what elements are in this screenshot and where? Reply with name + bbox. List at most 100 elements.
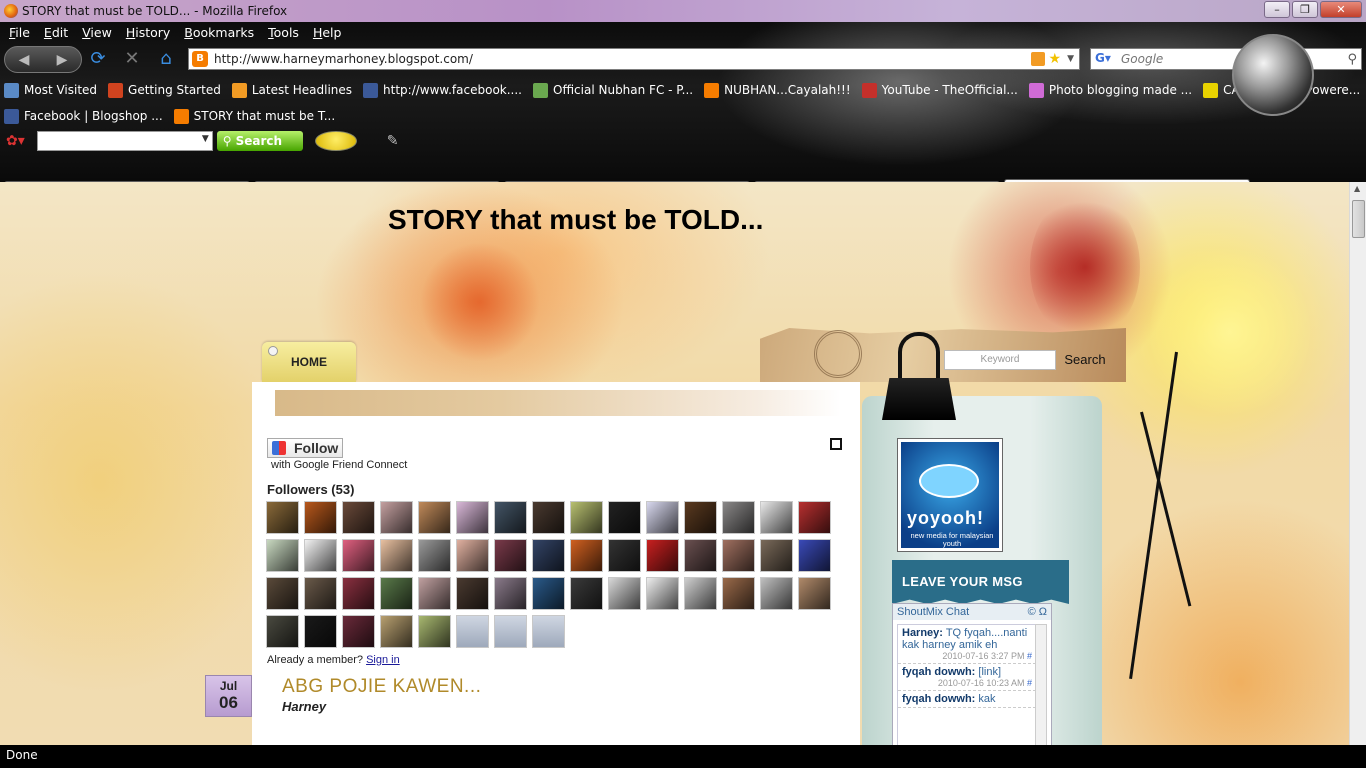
follower-avatar[interactable] [798,501,831,534]
search-magnifier-icon[interactable]: ⚲ [1347,52,1357,67]
google-engine-icon[interactable]: G▾ [1095,51,1113,67]
expand-window-icon[interactable] [830,438,842,450]
menu-edit[interactable]: Edit [37,25,75,40]
follower-avatar[interactable] [608,539,641,572]
follower-avatar[interactable] [532,577,565,610]
follower-avatar[interactable] [608,501,641,534]
sign-in-link[interactable]: Sign in [366,654,400,666]
follower-avatar[interactable] [722,501,755,534]
follower-avatar[interactable] [684,577,717,610]
forward-arrow-icon[interactable]: ▶ [57,52,68,68]
addon-search-dropdown-icon[interactable]: ▼ [202,134,209,144]
follower-avatar[interactable] [570,577,603,610]
scroll-up-icon[interactable]: ▲ [1354,184,1360,193]
post-title[interactable]: ABG POJIE KAWEN... [282,676,481,698]
follower-avatar[interactable] [304,577,337,610]
follower-avatar[interactable] [266,539,299,572]
bookmark-item[interactable]: Facebook | Blogshop ... [4,108,163,124]
follower-avatar[interactable] [342,539,375,572]
follow-button[interactable]: Follow [267,438,343,458]
bookmark-item[interactable]: NUBHAN...Cayalah!!! [704,82,851,98]
page-scrollbar[interactable]: ▲ [1349,182,1366,745]
follower-avatar[interactable] [722,539,755,572]
menu-view[interactable]: View [75,25,119,40]
follower-avatar[interactable] [494,539,527,572]
shoutmix-scrollbar[interactable] [1035,624,1047,745]
address-url[interactable]: http://www.harneymarhoney.blogspot.com/ [214,52,1031,66]
maximize-button[interactable]: ❐ [1292,1,1318,18]
follower-avatar[interactable] [304,539,337,572]
blog-title[interactable]: STORY that must be TOLD... [388,204,763,236]
follower-avatar[interactable] [760,539,793,572]
menu-bookmarks[interactable]: Bookmarks [177,25,261,40]
ladybug-icon[interactable]: ✿▾ [6,133,25,149]
menu-history[interactable]: History [119,25,177,40]
menu-file[interactable]: File [2,25,37,40]
shout-author[interactable]: fyqah dowwh: [902,666,975,678]
follower-avatar[interactable] [760,501,793,534]
shout-permalink[interactable]: # [1027,651,1032,661]
follower-avatar[interactable] [608,577,641,610]
follower-avatar[interactable] [456,615,489,648]
home-icon[interactable]: ⌂ [156,49,176,69]
addon-search-input[interactable]: ▼ [36,131,213,151]
menu-help[interactable]: Help [306,25,349,40]
shout-permalink[interactable]: # [1027,678,1032,688]
bookmark-item[interactable]: Getting Started [108,82,221,98]
follower-avatar[interactable] [532,615,565,648]
follower-avatar[interactable] [570,539,603,572]
follower-avatar[interactable] [494,501,527,534]
rss-feed-icon[interactable] [1030,52,1045,66]
follower-avatar[interactable] [418,501,451,534]
follower-avatar[interactable] [380,539,413,572]
follower-avatar[interactable] [304,501,337,534]
follower-avatar[interactable] [266,577,299,610]
bookmark-star-icon[interactable]: ★ [1049,51,1062,67]
follower-avatar[interactable] [380,615,413,648]
follower-avatar[interactable] [798,577,831,610]
shout-author[interactable]: fyqah dowwh: [902,693,975,705]
shoutmix-icons[interactable]: © Ω [1028,604,1047,620]
follower-avatar[interactable] [646,539,679,572]
bookmark-item[interactable]: Official Nubhan FC - P... [533,82,693,98]
reload-icon[interactable]: ⟳ [88,49,108,69]
follower-avatar[interactable] [456,539,489,572]
follower-avatar[interactable] [304,615,337,648]
shoutmix-title[interactable]: ShoutMix Chat [897,606,969,618]
bookmark-item[interactable]: http://www.facebook.... [363,82,522,98]
bookmark-item[interactable]: STORY that must be T... [173,108,335,124]
smiley-icon[interactable] [314,131,357,151]
stop-icon[interactable]: ✕ [122,49,142,69]
follower-avatar[interactable] [570,501,603,534]
close-window-button[interactable]: ✕ [1320,1,1362,18]
bookmark-item[interactable]: Latest Headlines [231,82,352,98]
minimize-button[interactable]: – [1264,1,1290,18]
follower-avatar[interactable] [760,577,793,610]
follower-avatar[interactable] [418,539,451,572]
yoyooh-banner[interactable]: yoyooh! new media for malaysian youth [897,438,1003,552]
scroll-thumb[interactable] [1352,200,1365,238]
follower-avatar[interactable] [456,501,489,534]
follower-avatar[interactable] [532,539,565,572]
follower-avatar[interactable] [494,615,527,648]
shout-author[interactable]: Harney: [902,627,943,639]
follower-avatar[interactable] [456,577,489,610]
follower-avatar[interactable] [646,577,679,610]
follower-avatar[interactable] [418,615,451,648]
follower-avatar[interactable] [494,577,527,610]
blog-search-input[interactable]: Keyword [944,350,1056,370]
bookmark-item[interactable]: YouTube - TheOfficial... [861,82,1018,98]
follower-avatar[interactable] [342,501,375,534]
follower-avatar[interactable] [684,539,717,572]
follower-avatar[interactable] [380,577,413,610]
bookmark-item[interactable]: Most Visited [4,82,97,98]
bookmark-item[interactable]: Photo blogging made ... [1028,82,1192,98]
blog-search-button[interactable]: Search [1060,350,1110,370]
follower-avatar[interactable] [646,501,679,534]
history-dropdown-icon[interactable]: ▼ [1067,54,1074,64]
follower-avatar[interactable] [266,501,299,534]
follower-avatar[interactable] [722,577,755,610]
address-bar[interactable]: B http://www.harneymarhoney.blogspot.com… [188,48,1080,70]
highlighter-icon[interactable]: ✎ [387,133,399,149]
back-arrow-icon[interactable]: ◀ [19,52,30,68]
